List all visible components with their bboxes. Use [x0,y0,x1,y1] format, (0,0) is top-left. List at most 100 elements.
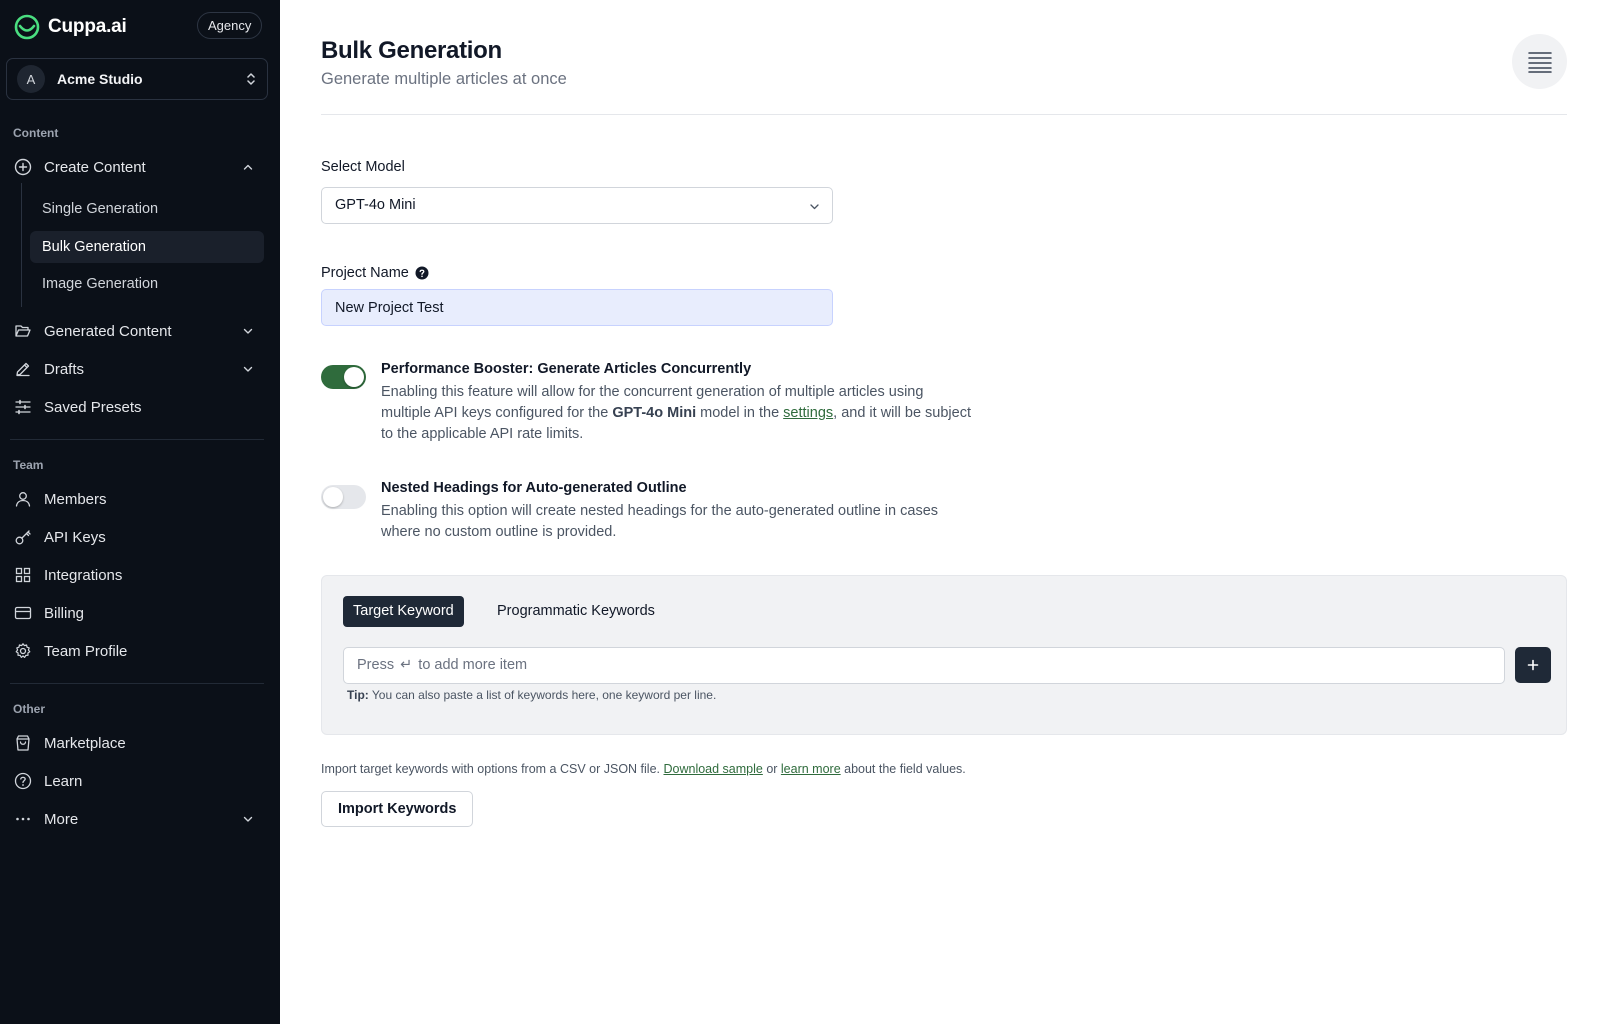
add-keyword-button[interactable] [1515,647,1551,683]
shopping-bag-icon [16,735,30,751]
performance-booster-description: Enabling this feature will allow for the… [381,382,971,445]
sidebar-item-label: Billing [44,604,85,622]
grid-icon [15,567,31,583]
sidebar-item-label: Create Content [44,158,146,176]
sidebar-item-more[interactable]: More [6,802,268,836]
model-select-value: GPT-4o Mini [335,197,416,213]
sidebar: Cuppa.ai Agency A Acme Studio Content Cr… [0,0,280,1024]
submenu-guide-line [21,183,22,307]
help-circle-icon [14,772,32,790]
performance-booster-title: Performance Booster: Generate Articles C… [381,361,752,377]
chevron-down-icon [243,816,253,822]
tip-label: Tip: [347,688,369,702]
sidebar-item-label: Marketplace [44,734,126,752]
keyword-tip: Tip: You can also paste a list of keywor… [347,688,716,702]
header-divider [321,114,1567,115]
model-label: Select Model [321,159,405,175]
sidebar-item-team-profile[interactable]: Team Profile [6,634,268,668]
sidebar-item-label: Saved Presets [44,398,142,416]
sidebar-divider [10,683,264,684]
sidebar-item-label: Learn [44,772,83,790]
learn-more-link[interactable]: learn more [781,762,841,776]
team-avatar: A [17,65,45,93]
user-icon [15,492,31,507]
help-icon[interactable] [415,266,429,280]
plus-icon [1527,659,1539,671]
tab-programmatic-keywords[interactable]: Programmatic Keywords [487,596,665,627]
sidebar-item-label: API Keys [44,528,106,546]
sidebar-item-label: More [44,810,79,828]
sidebar-item-create-content[interactable]: Create Content [6,150,268,184]
sidebar-item-label: Drafts [44,360,85,378]
settings-link[interactable]: settings [783,405,833,421]
sidebar-item-label: Integrations [44,566,123,584]
plus-circle-icon [14,158,32,176]
keyword-panel: Target Keyword Programmatic Keywords Pre… [321,575,1567,735]
cuppa-logo-icon [14,14,40,40]
gear-icon [15,643,31,658]
model-select[interactable]: GPT-4o Mini [321,187,833,224]
import-note-text: or [762,762,781,776]
project-name-label: Project Name [321,265,429,281]
key-icon [15,530,31,545]
keyword-input[interactable]: Press ↵ to add more item [343,647,1505,684]
sidebar-item-api-keys[interactable]: API Keys [6,520,268,554]
sidebar-item-saved-presets[interactable]: Saved Presets [6,390,268,424]
download-sample-link[interactable]: Download sample [663,762,762,776]
team-name: Acme Studio [57,71,143,87]
page-subtitle: Generate multiple articles at once [321,70,567,88]
nested-headings-toggle[interactable] [321,485,366,509]
performance-booster-toggle[interactable] [321,365,366,389]
import-note-text: about the field values. [840,762,966,776]
enter-key-icon: ↵ [400,657,413,673]
model-label-text: Select Model [321,159,405,175]
tip-text: You can also paste a list of keywords he… [368,688,717,702]
folder-open-icon [15,325,31,337]
sidebar-item-drafts[interactable]: Drafts [6,352,268,386]
sidebar-item-learn[interactable]: Learn [6,764,268,798]
keyword-input-placeholder: Press [357,657,395,673]
nested-headings-description: Enabling this option will create nested … [381,503,939,540]
more-horizontal-icon [16,817,30,821]
chevrons-up-down-icon [247,73,255,85]
keyword-input-placeholder: to add more item [418,657,528,673]
import-note: Import target keywords with options from… [321,762,966,776]
tab-target-keyword[interactable]: Target Keyword [343,596,464,627]
section-label-team: Team [13,458,44,472]
section-label-content: Content [13,126,59,140]
sliders-icon [15,399,31,415]
chevron-down-icon [243,328,253,334]
import-note-text: Import target keywords with options from… [321,762,664,776]
credit-card-icon [14,606,32,620]
sidebar-item-label: Members [44,490,107,508]
sidebar-item-members[interactable]: Members [6,482,268,516]
chevron-up-icon [243,164,253,170]
desc-model-name: GPT-4o Mini [612,405,697,421]
project-name-input[interactable] [321,289,833,326]
sidebar-subitem-single-generation[interactable]: Single Generation [30,193,264,225]
sidebar-item-marketplace[interactable]: Marketplace [6,726,268,760]
brand-name: Cuppa.ai [48,16,127,37]
toggle-knob [344,367,364,387]
menu-lines-icon [1527,51,1552,73]
sidebar-item-billing[interactable]: Billing [6,596,268,630]
plan-badge: Agency [197,12,263,39]
sidebar-item-label: Team Profile [44,642,128,660]
chevron-down-icon [243,366,253,372]
brand[interactable]: Cuppa.ai [14,14,127,40]
sidebar-item-integrations[interactable]: Integrations [6,558,268,592]
import-keywords-button[interactable]: Import Keywords [321,791,474,827]
section-label-other: Other [13,702,46,716]
menu-button[interactable] [1512,34,1567,89]
pencil-icon [16,362,30,377]
project-name-label-text: Project Name [321,265,409,281]
team-switcher[interactable]: A Acme Studio [6,58,268,100]
sidebar-item-label: Generated Content [44,322,172,340]
sidebar-divider [10,439,264,440]
sidebar-subitem-bulk-generation[interactable]: Bulk Generation [30,231,264,263]
sidebar-item-generated-content[interactable]: Generated Content [6,314,268,348]
page-title: Bulk Generation [321,37,502,64]
toggle-knob [323,487,343,507]
sidebar-subitem-image-generation[interactable]: Image Generation [30,268,264,300]
desc-text: model in the [696,405,784,421]
